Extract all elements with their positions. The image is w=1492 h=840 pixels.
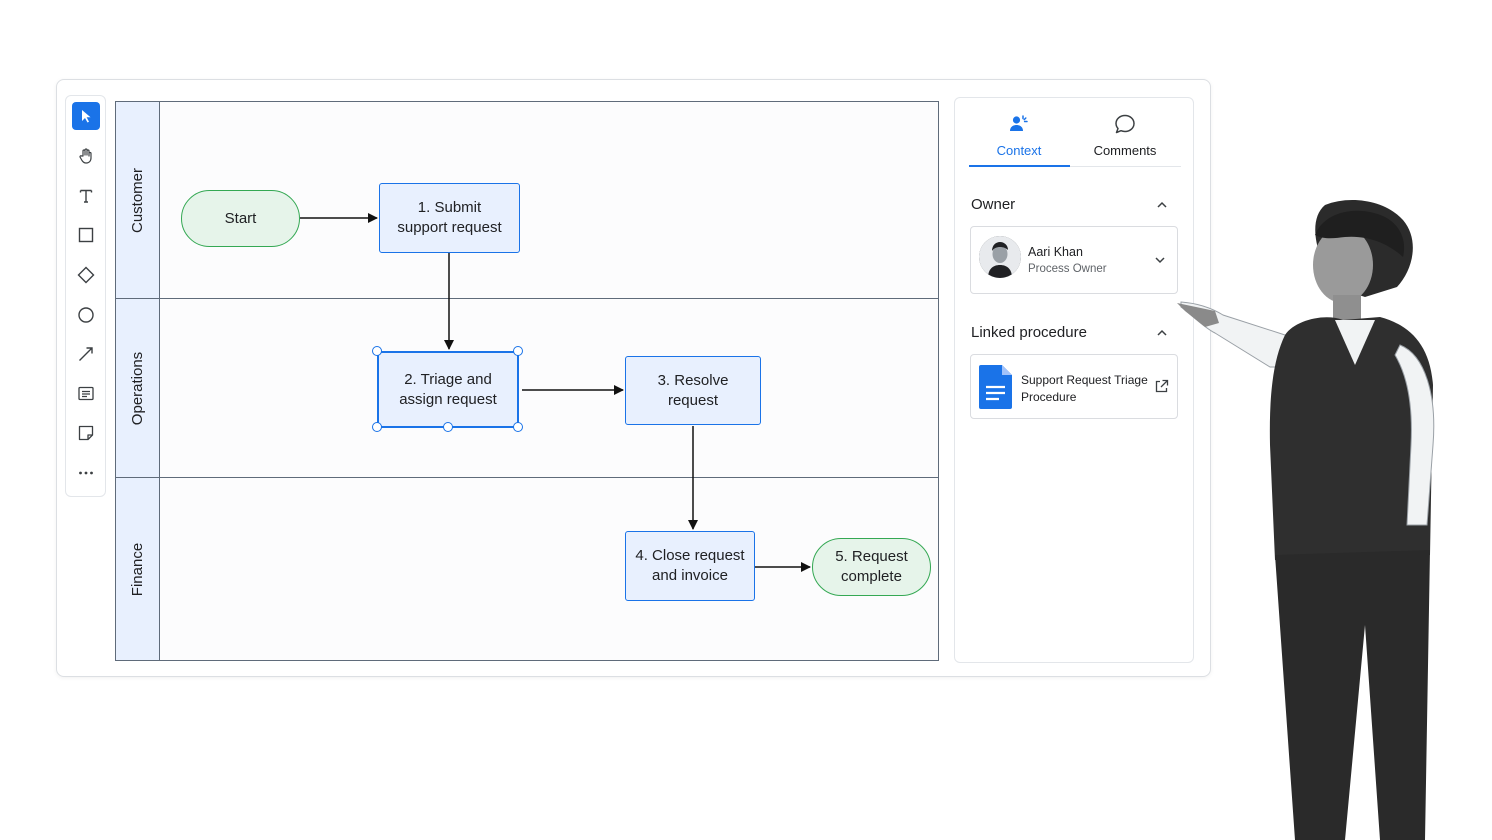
circle-tool[interactable] [72, 301, 100, 329]
more-tool[interactable] [72, 459, 100, 487]
hand-icon [79, 148, 92, 164]
owner-role: Process Owner [1028, 263, 1107, 275]
chevron-up-icon[interactable] [1155, 326, 1169, 340]
person-sparkle-icon [1010, 115, 1028, 131]
step2-node[interactable]: 2. Triage and assign request [377, 351, 519, 428]
text-tool[interactable] [72, 182, 100, 210]
lane-operations[interactable]: Operations [116, 299, 938, 478]
step1-node[interactable]: 1. Submit support request [379, 183, 520, 253]
rectangle-tool[interactable] [72, 221, 100, 249]
procedure-section-title: Linked procedure [971, 324, 1087, 341]
select-tool[interactable] [72, 102, 100, 130]
tab-comments[interactable]: Comments [1075, 112, 1175, 168]
chevron-up-icon[interactable] [1155, 198, 1169, 212]
sticky-tool[interactable] [72, 419, 100, 447]
resize-handle-bottom-left[interactable] [372, 422, 382, 432]
note-icon [78, 386, 94, 401]
arrow-line-icon [79, 347, 93, 361]
active-tab-indicator [969, 165, 1070, 167]
linked-procedure-card[interactable]: Support Request Triage Procedure [970, 354, 1178, 419]
more-dots-icon [79, 471, 93, 475]
google-doc-icon [979, 365, 1012, 409]
lane-header: Customer [116, 102, 160, 298]
tool-palette [65, 95, 106, 497]
avatar [979, 236, 1021, 278]
tab-label: Comments [1093, 143, 1157, 158]
resize-handle-bottom-right[interactable] [513, 422, 523, 432]
comment-icon [1115, 114, 1135, 134]
procedure-title[interactable]: Support Request Triage Procedure [1021, 372, 1151, 406]
owner-card[interactable]: Aari Khan Process Owner [970, 226, 1178, 294]
resize-handle-top-right[interactable] [513, 346, 523, 356]
lane-label: Finance [129, 542, 146, 596]
step4-node[interactable]: 4. Close request and invoice [625, 531, 755, 601]
hand-tool[interactable] [72, 142, 100, 170]
cursor-arrow-icon [82, 110, 91, 123]
properties-panel: Context Comments Owner Aari Khan Process… [954, 97, 1194, 663]
sticky-note-icon [78, 425, 94, 441]
resize-handle-top-left[interactable] [372, 346, 382, 356]
lane-header: Finance [116, 478, 160, 660]
open-external-icon[interactable] [1154, 379, 1169, 394]
owner-section-title: Owner [971, 196, 1016, 213]
lane-header: Operations [116, 299, 160, 477]
text-icon [79, 189, 93, 203]
tab-context[interactable]: Context [969, 112, 1069, 168]
diamond-icon [77, 266, 95, 284]
diamond-tool[interactable] [72, 261, 100, 289]
circle-icon [78, 307, 94, 323]
chevron-down-icon[interactable] [1153, 253, 1167, 267]
lane-label: Customer [129, 167, 146, 233]
square-icon [78, 227, 94, 243]
lane-label: Operations [129, 351, 146, 425]
step3-node[interactable]: 3. Resolve request [625, 356, 761, 425]
tab-label: Context [996, 143, 1042, 158]
note-tool[interactable] [72, 380, 100, 408]
resize-handle-bottom-middle[interactable] [443, 422, 453, 432]
step5-node[interactable]: 5. Request complete [812, 538, 931, 596]
presenter-figure [1177, 200, 1435, 840]
owner-name: Aari Khan [1028, 245, 1083, 259]
start-node[interactable]: Start [181, 190, 300, 247]
line-tool[interactable] [72, 340, 100, 368]
